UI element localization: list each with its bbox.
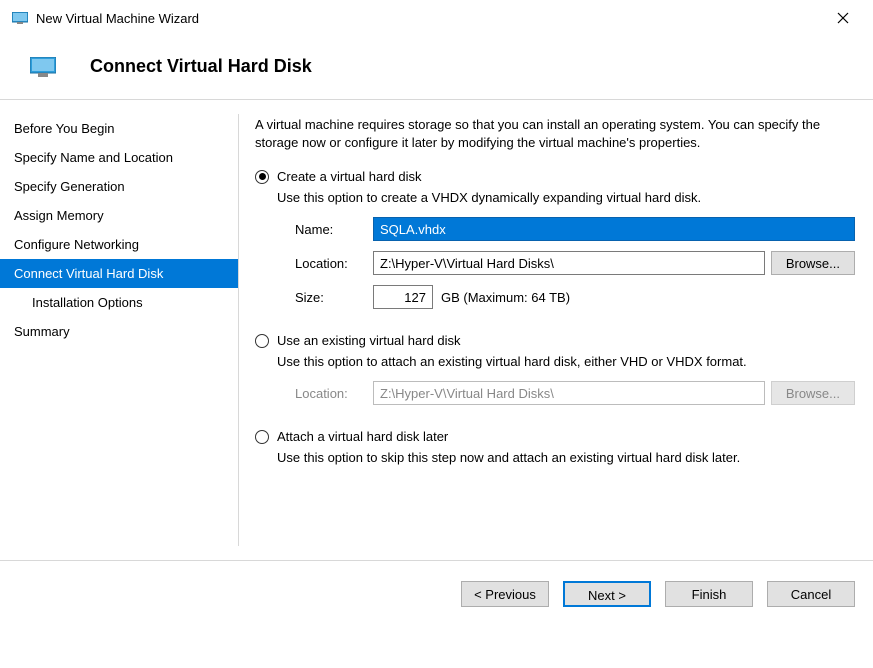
size-suffix: GB (Maximum: 64 TB) [441, 290, 570, 305]
option-existing-desc: Use this option to attach an existing vi… [255, 354, 855, 369]
previous-button[interactable]: < Previous [461, 581, 549, 607]
option-later-row[interactable]: Attach a virtual hard disk later [255, 429, 855, 444]
wizard-icon [30, 57, 56, 77]
content: Before You Begin Specify Name and Locati… [0, 100, 873, 560]
sidebar-item-installation-options[interactable]: Installation Options [0, 288, 238, 317]
sidebar-item-configure-networking[interactable]: Configure Networking [0, 230, 238, 259]
name-input[interactable] [373, 217, 855, 241]
option-existing-radio[interactable] [255, 334, 269, 348]
app-icon [12, 12, 28, 24]
option-existing-label: Use an existing virtual hard disk [277, 333, 461, 348]
option-existing-row[interactable]: Use an existing virtual hard disk [255, 333, 855, 348]
existing-location-label: Location: [295, 386, 367, 401]
option-later-radio[interactable] [255, 430, 269, 444]
name-label: Name: [295, 222, 367, 237]
browse-button[interactable]: Browse... [771, 251, 855, 275]
option-later-label: Attach a virtual hard disk later [277, 429, 448, 444]
sidebar-item-connect-vhd[interactable]: Connect Virtual Hard Disk [0, 259, 238, 288]
close-button[interactable] [823, 6, 863, 30]
option-later-desc: Use this option to skip this step now an… [255, 450, 855, 465]
page-header: Connect Virtual Hard Disk [0, 34, 873, 99]
option-create-radio[interactable] [255, 170, 269, 184]
intro-text: A virtual machine requires storage so th… [255, 116, 855, 151]
footer: < Previous Next > Finish Cancel [0, 561, 873, 607]
existing-location-input [373, 381, 765, 405]
sidebar-item-specify-name[interactable]: Specify Name and Location [0, 143, 238, 172]
next-button[interactable]: Next > [563, 581, 651, 607]
existing-browse-button: Browse... [771, 381, 855, 405]
finish-button[interactable]: Finish [665, 581, 753, 607]
page-title: Connect Virtual Hard Disk [90, 56, 312, 77]
location-label: Location: [295, 256, 367, 271]
window-title: New Virtual Machine Wizard [36, 11, 823, 26]
sidebar-item-summary[interactable]: Summary [0, 317, 238, 346]
existing-fieldgroup: Location: Browse... [255, 379, 855, 415]
cancel-button[interactable]: Cancel [767, 581, 855, 607]
option-create-desc: Use this option to create a VHDX dynamic… [255, 190, 855, 205]
sidebar-item-before-you-begin[interactable]: Before You Begin [0, 114, 238, 143]
size-label: Size: [295, 290, 367, 305]
main-panel: A virtual machine requires storage so th… [239, 100, 873, 560]
create-fieldgroup: Name: Location: Browse... Size: GB (Maxi… [255, 215, 855, 319]
sidebar-item-specify-generation[interactable]: Specify Generation [0, 172, 238, 201]
sidebar-item-assign-memory[interactable]: Assign Memory [0, 201, 238, 230]
titlebar: New Virtual Machine Wizard [0, 0, 873, 34]
size-input[interactable] [373, 285, 433, 309]
location-input[interactable] [373, 251, 765, 275]
option-create-label: Create a virtual hard disk [277, 169, 422, 184]
option-create-row[interactable]: Create a virtual hard disk [255, 169, 855, 184]
wizard-steps-sidebar: Before You Begin Specify Name and Locati… [0, 100, 238, 560]
